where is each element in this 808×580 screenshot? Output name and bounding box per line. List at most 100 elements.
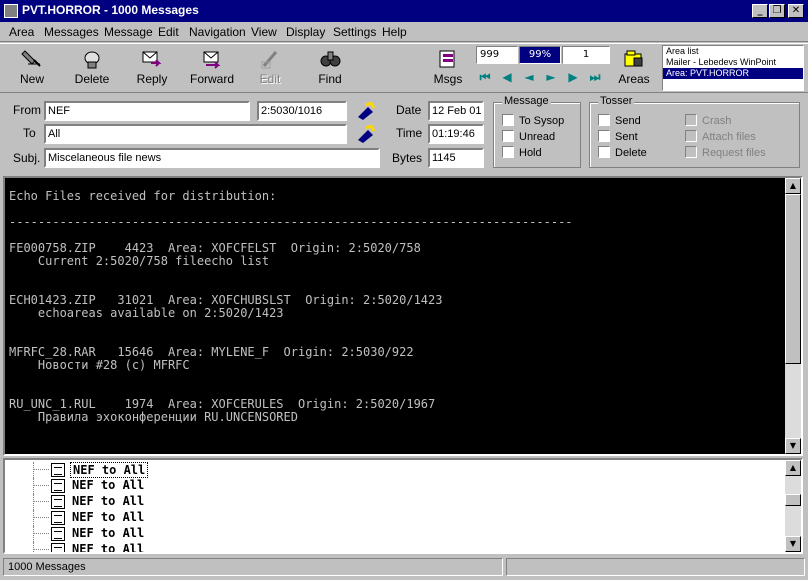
delete-button[interactable]: Delete (66, 46, 118, 92)
hold-checkbox[interactable]: Hold (502, 146, 542, 159)
area-list-item-selected[interactable]: Area: PVT.HORROR (663, 68, 803, 79)
scroll-thumb[interactable] (785, 194, 801, 364)
scroll-up-button[interactable]: ▲ (785, 178, 801, 194)
list-scroll-up-button[interactable]: ▲ (785, 460, 801, 476)
send-checkbox[interactable]: Send (598, 114, 641, 127)
list-scrollbar[interactable]: ▲ ▼ (785, 460, 801, 552)
delete-icon (84, 51, 100, 69)
current-count-field: 1 (562, 46, 610, 64)
message-group: Message To Sysop Unread Hold (493, 95, 581, 168)
tree-line (33, 526, 34, 542)
message-list-row-label: NEF to All (70, 462, 149, 478)
to-lookup-icon[interactable] (356, 125, 376, 143)
unread-checkbox[interactable]: Unread (502, 130, 555, 143)
message-list-row[interactable]: NEF to All (5, 462, 785, 478)
nav-first-icon[interactable]: ⏮ (478, 70, 492, 84)
area-list-item[interactable]: Area list (663, 46, 803, 57)
message-body-line: Echo Files received for distribution: (9, 189, 277, 203)
nav-last-icon[interactable]: ⏭ (588, 70, 602, 84)
message-list-row[interactable]: NEF to All (5, 478, 785, 494)
list-scroll-thumb[interactable] (785, 494, 801, 506)
message-list-row[interactable]: NEF to All (5, 542, 785, 552)
message-list-row[interactable]: NEF to All (5, 526, 785, 542)
from-label: From (13, 103, 41, 117)
nav-prev-page-icon[interactable]: ◀ (500, 70, 514, 84)
message-body-line (9, 268, 573, 281)
forward-button[interactable]: Forward (186, 46, 238, 92)
tosser-group: Tosser Send Sent Delete Crash Attach fil… (589, 95, 800, 168)
from-lookup-icon[interactable] (356, 102, 376, 120)
areas-button[interactable]: Areas (608, 46, 660, 92)
message-body-line: Current 2:5020/758 fileecho list (9, 254, 270, 268)
nav-prev-icon[interactable]: ◄ (522, 70, 536, 84)
tree-branch (33, 549, 49, 550)
time-label: Time (396, 126, 423, 140)
message-document-icon (51, 495, 65, 509)
menu-navigation[interactable]: Navigation (189, 25, 246, 39)
nav-next-icon[interactable]: ► (544, 70, 558, 84)
crash-checkbox[interactable]: Crash (685, 114, 731, 127)
to-label: To (23, 126, 36, 140)
date-label: Date (396, 103, 422, 117)
edit-button[interactable]: Edit (244, 46, 296, 92)
date-field: 12 Feb 01 (428, 101, 484, 121)
message-document-icon (51, 543, 65, 552)
status-text: 1000 Messages (3, 558, 503, 576)
message-list[interactable]: NEF to All NEF to All NEF to All NEF to All… (3, 458, 803, 554)
minimize-button[interactable]: _ (752, 4, 768, 18)
tree-branch (33, 485, 49, 486)
attach-files-checkbox[interactable]: Attach files (685, 130, 756, 143)
percent-indicator: 99% (519, 46, 561, 64)
from-address-field[interactable]: 2:5030/1016 (257, 101, 347, 121)
message-body-text: Echo Files received for distribution: --… (9, 190, 573, 424)
menu-message[interactable]: Message (104, 25, 153, 39)
maximize-button[interactable]: ❐ (769, 4, 785, 18)
area-list[interactable]: Area list Mailer - Lebedevs WinPoint Are… (662, 45, 804, 91)
menu-area[interactable]: Area (9, 25, 34, 39)
status-bar: 1000 Messages (0, 556, 808, 580)
message-body-line: Правила эхоконференции RU.UNCENSORED (9, 410, 298, 424)
status-pane-2 (506, 558, 805, 576)
message-list-row[interactable]: NEF to All (5, 510, 785, 526)
message-scrollbar[interactable]: ▲ ▼ (785, 178, 801, 454)
menu-display[interactable]: Display (286, 25, 325, 39)
subject-field[interactable]: Miscelaneous file news (44, 148, 380, 168)
find-button[interactable]: Find (304, 46, 356, 92)
message-list-row[interactable]: NEF to All (5, 494, 785, 510)
message-list-row-label: NEF to All (72, 478, 145, 492)
areas-folder-icon (624, 50, 643, 67)
message-header: From NEF 2:5030/1016 To All Subj. Miscel… (0, 94, 808, 174)
to-field[interactable]: All (44, 124, 347, 144)
new-button[interactable]: New (6, 46, 58, 92)
menu-messages[interactable]: Messages (44, 25, 99, 39)
app-icon[interactable] (4, 4, 18, 18)
menu-view[interactable]: View (251, 25, 277, 39)
scroll-down-button[interactable]: ▼ (785, 438, 801, 454)
close-button[interactable]: ✕ (788, 4, 804, 18)
total-count-field: 999 (476, 46, 518, 64)
menu-edit[interactable]: Edit (158, 25, 179, 39)
tree-line (33, 510, 34, 526)
message-body-line: echoareas available on 2:5020/1423 (9, 306, 284, 320)
reply-button[interactable]: Reply (126, 46, 178, 92)
subject-label: Subj. (13, 151, 41, 165)
message-body-line: Новости #28 (c) MFRFC (9, 358, 190, 372)
menu-settings[interactable]: Settings (333, 25, 376, 39)
message-body-view[interactable]: Echo Files received for distribution: --… (3, 176, 803, 456)
nav-next-page-icon[interactable]: ▶ (566, 70, 580, 84)
bytes-label: Bytes (392, 151, 423, 165)
msgs-button[interactable]: Msgs (422, 46, 474, 92)
menu-help[interactable]: Help (382, 25, 407, 39)
from-field[interactable]: NEF (44, 101, 250, 121)
tree-branch (33, 501, 49, 502)
list-scroll-down-button[interactable]: ▼ (785, 536, 801, 552)
to-sysop-checkbox[interactable]: To Sysop (502, 114, 564, 127)
request-files-checkbox[interactable]: Request files (685, 146, 766, 159)
menu-bar: Area Messages Message Edit Navigation Vi… (0, 22, 808, 42)
sent-checkbox[interactable]: Sent (598, 130, 638, 143)
message-body-line (9, 320, 573, 333)
area-list-item[interactable]: Mailer - Lebedevs WinPoint (663, 57, 803, 68)
title-bar: PVT.HORROR - 1000 Messages _ ❐ ✕ (0, 0, 808, 22)
tosser-delete-checkbox[interactable]: Delete (598, 146, 647, 159)
tree-line (33, 478, 34, 494)
